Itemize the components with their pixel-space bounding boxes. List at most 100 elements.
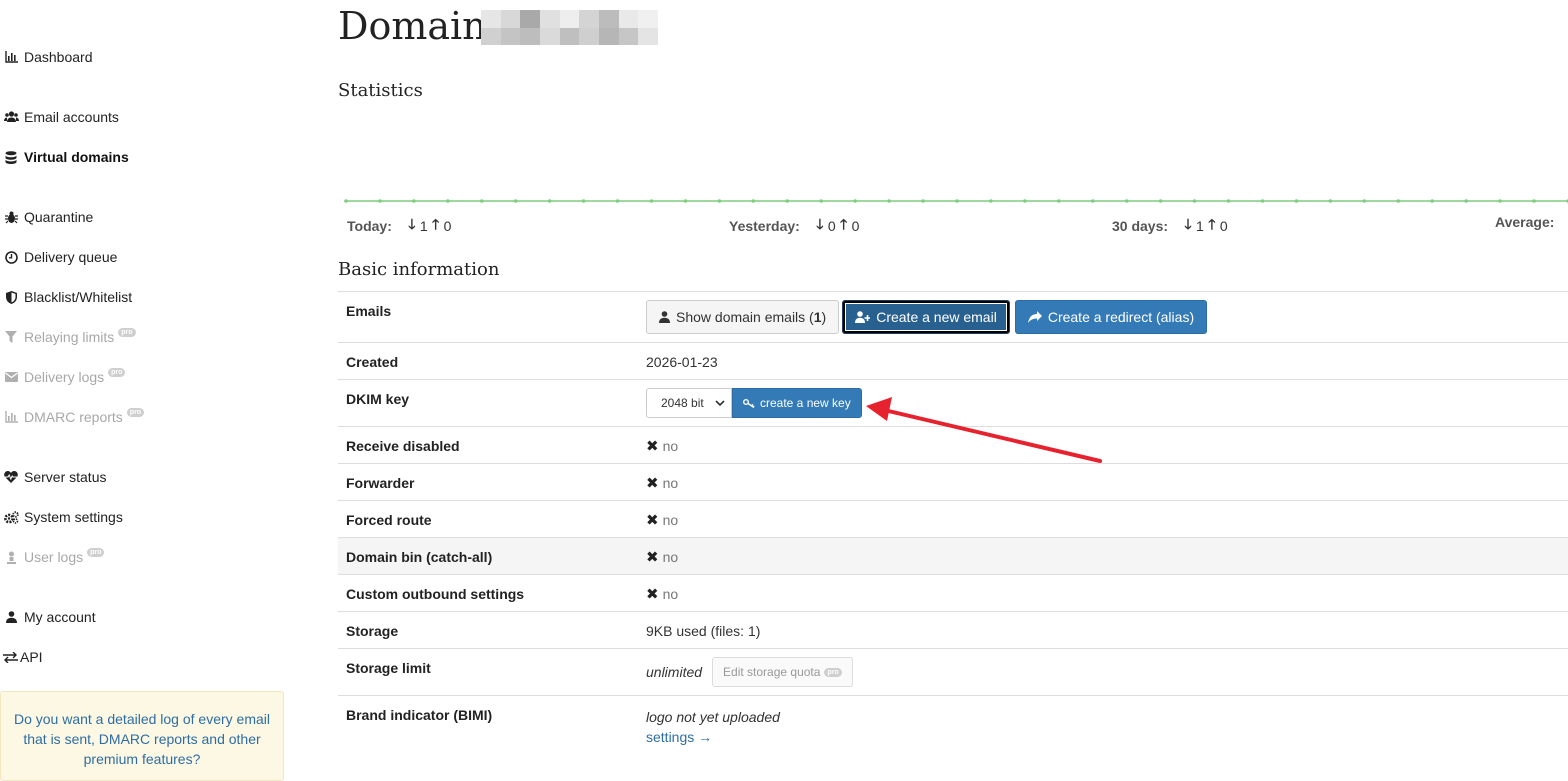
info-row-forced-route: Forced route ✖ no	[338, 501, 1568, 538]
sidebar-item-label: Server status	[24, 469, 107, 485]
chart-point	[1464, 199, 1468, 203]
sidebar-item-label: Delivery queue	[24, 249, 118, 265]
gears-icon	[3, 509, 19, 525]
button-label: Show domain emails	[676, 309, 806, 325]
pro-badge: pro	[126, 407, 145, 417]
sidebar-item-my-account[interactable]: My account	[3, 607, 96, 627]
info-row-bimi: Brand indicator (BIMI) logo not yet uplo…	[338, 696, 1568, 756]
value-text: no	[662, 549, 679, 565]
info-value: ✖ no	[646, 585, 678, 603]
info-key: Storage	[346, 623, 399, 639]
heartbeat-icon	[3, 469, 19, 485]
sidebar-item-dashboard[interactable]: Dashboard	[3, 47, 93, 67]
info-row-domain-bin: Domain bin (catch-all) ✖ no	[338, 538, 1568, 575]
chart-point	[1430, 199, 1435, 203]
info-key: Brand indicator (BIMI)	[346, 707, 493, 723]
close-icon: ✖	[646, 586, 659, 603]
sidebar-item-virtual-domains[interactable]: Virtual domains	[3, 147, 129, 167]
value-text: logo not yet uploaded	[646, 709, 780, 725]
pro-badge: pro	[118, 327, 136, 337]
sidebar-item-delivery-logs[interactable]: Delivery logs pro	[3, 367, 126, 387]
info-row-storage-limit: Storage limit unlimited Edit storage quo…	[338, 649, 1568, 696]
bug-icon	[3, 209, 19, 225]
edit-storage-quota-button[interactable]: Edit storage quota pro	[712, 657, 853, 687]
sidebar-item-dmarc-reports[interactable]: DMARC reports pro	[3, 407, 145, 427]
user-log-icon	[3, 549, 19, 565]
info-value: 9KB used (files: 1)	[646, 623, 761, 639]
chart-point	[547, 199, 552, 203]
sidebar-item-blacklist-whitelist[interactable]: Blacklist/Whitelist	[3, 287, 132, 307]
info-row-storage: Storage 9KB used (files: 1)	[338, 612, 1568, 649]
sidebar-item-relaying-limits[interactable]: Relaying limits pro	[3, 327, 136, 347]
arrow-down-icon: 🡓	[1184, 216, 1192, 232]
create-redirect-button[interactable]: Create a redirect (alias)	[1014, 300, 1208, 334]
chart-point	[649, 199, 654, 203]
sidebar: Dashboard Email accounts Virtual domains…	[0, 0, 300, 781]
sidebar-item-label: My account	[24, 609, 96, 625]
info-value: Show domain emails (1) Create a new emai…	[646, 300, 1208, 334]
info-value: ✖ no	[646, 437, 678, 455]
show-domain-emails-button[interactable]: Show domain emails (1)	[646, 300, 840, 334]
info-key: Receive disabled	[346, 438, 460, 454]
bar-chart-icon	[3, 409, 19, 425]
basic-info-table: Emails Show domain emails (1) Create a n…	[338, 291, 1568, 756]
chart-point	[479, 199, 484, 203]
sidebar-item-email-accounts[interactable]: Email accounts	[3, 107, 119, 127]
sidebar-item-api[interactable]: API	[2, 647, 43, 667]
chart-point	[1396, 199, 1401, 203]
close-icon: ✖	[646, 475, 659, 492]
chart-point	[921, 199, 925, 203]
value-text: no	[662, 475, 679, 491]
exchange-icon	[2, 649, 18, 665]
info-value: logo not yet uploaded settings →	[646, 707, 780, 747]
value-text: no	[662, 438, 679, 454]
chart-point	[1362, 199, 1367, 203]
button-label: Edit storage quota	[723, 665, 821, 679]
premium-promo[interactable]: Do you want a detailed log of every emai…	[0, 691, 284, 781]
stat-down-count: 0	[827, 218, 836, 234]
chart-point	[1328, 199, 1333, 203]
chart-point	[344, 199, 348, 203]
create-dkim-key-button[interactable]: create a new key	[732, 388, 862, 418]
sidebar-item-server-status[interactable]: Server status	[3, 467, 106, 487]
chart-point	[887, 199, 891, 203]
sidebar-item-label: Email accounts	[24, 109, 119, 125]
pro-badge: pro	[824, 667, 842, 677]
chart-point	[1158, 199, 1163, 203]
stat-label: Average:	[1495, 214, 1555, 230]
chart-point	[1090, 199, 1095, 203]
user-icon	[3, 609, 19, 625]
chart-point	[581, 199, 586, 203]
arrow-up-icon: 🡑	[432, 216, 440, 232]
user-icon	[659, 311, 670, 323]
chart-point	[1532, 199, 1536, 203]
chart-point	[615, 199, 620, 203]
sidebar-item-delivery-queue[interactable]: Delivery queue	[3, 247, 117, 267]
info-key: Emails	[346, 303, 392, 319]
dkim-bits-select[interactable]: 2048 bit	[646, 388, 732, 418]
bimi-settings-link[interactable]: settings →	[646, 729, 712, 745]
database-icon	[3, 149, 19, 165]
stat-yesterday: Yesterday: 🡓 0 🡑 0	[729, 214, 859, 238]
stat-today: Today: 🡓 1 🡑 0	[347, 214, 451, 238]
chart-point	[412, 199, 416, 203]
chart-point	[955, 199, 959, 203]
arrow-up-icon: 🡑	[839, 216, 848, 232]
sidebar-item-label: API	[20, 649, 43, 665]
sidebar-item-system-settings[interactable]: System settings	[3, 507, 123, 527]
button-label: create a new key	[760, 396, 851, 410]
chart-point	[1057, 199, 1061, 203]
arrow-up-icon: 🡑	[1208, 216, 1216, 232]
chart-point	[683, 199, 688, 203]
create-email-button[interactable]: Create a new email	[842, 300, 1010, 334]
value-text: unlimited	[646, 664, 703, 680]
info-key: Forced route	[346, 512, 432, 528]
sidebar-item-quarantine[interactable]: Quarantine	[3, 207, 93, 227]
sidebar-item-user-logs[interactable]: User logs pro	[3, 547, 105, 567]
sidebar-item-label: Dashboard	[24, 49, 93, 65]
chart-point	[513, 199, 518, 203]
info-key: Storage limit	[346, 660, 431, 676]
sidebar-item-label: User logs	[24, 549, 84, 565]
pro-badge: pro	[108, 367, 126, 377]
info-row-custom-outbound: Custom outbound settings ✖ no	[338, 575, 1568, 612]
